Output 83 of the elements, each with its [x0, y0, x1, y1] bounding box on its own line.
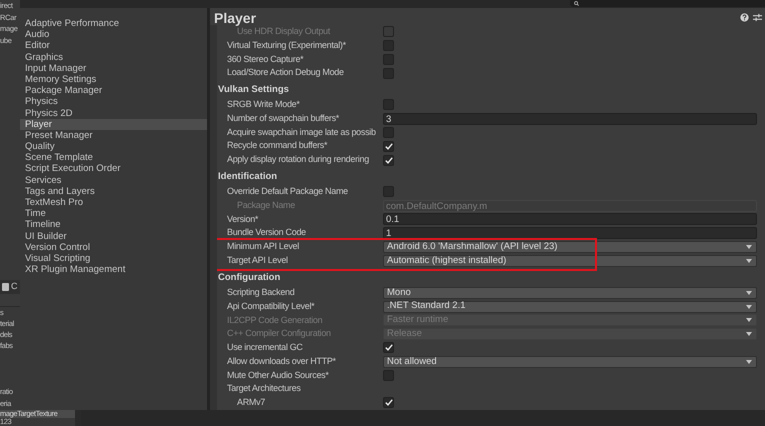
- checkbox[interactable]: [383, 154, 394, 166]
- sidebar-item[interactable]: TextMesh Pro: [20, 197, 207, 208]
- sliders-icon[interactable]: [753, 13, 762, 22]
- setting-label: Minimum API Level: [226, 240, 300, 254]
- setting-label: C++ Compiler Configuration: [226, 327, 332, 340]
- sidebar-item[interactable]: UI Builder: [20, 230, 207, 242]
- checkbox[interactable]: [383, 40, 394, 52]
- setting-label: ARMv7: [236, 396, 266, 410]
- setting-label: Load/Store Action Debug Mode: [226, 66, 345, 80]
- sidebar-item[interactable]: Memory Settings: [20, 74, 207, 86]
- text-field: com.DefaultCompany.m: [383, 200, 757, 212]
- setting-label: Recycle command buffers*: [226, 139, 328, 152]
- sidebar-item[interactable]: Graphics: [20, 52, 207, 63]
- search-field[interactable]: [570, 0, 765, 7]
- sidebar-item[interactable]: Time: [20, 208, 207, 220]
- caret-icon: [746, 258, 752, 263]
- setting-label: 360 Stereo Capture*: [226, 52, 304, 66]
- setting-label: Api Compatibility Level*: [226, 300, 316, 313]
- sidebar-item[interactable]: Quality: [20, 141, 207, 152]
- sidebar-item[interactable]: Package Manager: [20, 85, 207, 96]
- checkbox[interactable]: [383, 68, 394, 79]
- setting-label: Allow downloads over HTTP*: [226, 354, 337, 368]
- sidebar-item[interactable]: Physics 2D: [20, 108, 207, 119]
- setting-label: Bundle Version Code: [226, 226, 307, 240]
- text-field[interactable]: 0.1: [383, 213, 757, 226]
- caret-icon: [746, 304, 752, 309]
- checkbox[interactable]: [383, 140, 394, 152]
- checkbox[interactable]: [383, 397, 394, 408]
- setting-label: SRGB Write Mode*: [226, 98, 301, 112]
- setting-label: Mute Other Audio Sources*: [226, 368, 330, 382]
- section-heading: Vulkan Settings: [217, 83, 290, 97]
- sidebar-item[interactable]: XR Plugin Management: [20, 264, 207, 276]
- sidebar-item[interactable]: Input Manager: [20, 62, 207, 74]
- setting-label: Use HDR Display Output: [236, 26, 332, 38]
- setting-label: Target Architectures: [226, 382, 302, 396]
- text-field[interactable]: 3: [383, 112, 757, 125]
- section-heading: Identification: [217, 170, 278, 184]
- sidebar-item[interactable]: Scene Template: [20, 152, 207, 164]
- sidebar-item[interactable]: Visual Scripting: [20, 252, 207, 264]
- sidebar-item[interactable]: Adaptive Performance: [20, 18, 207, 30]
- text-field[interactable]: 1: [383, 227, 757, 240]
- caret-icon: [746, 244, 752, 249]
- setting-label: IL2CPP Code Generation: [226, 314, 324, 327]
- dropdown[interactable]: Automatic (highest installed): [383, 254, 757, 267]
- setting-label: Virtual Texturing (Experimental)*: [226, 38, 347, 52]
- setting-label: Acquire swapchain image late as possib: [226, 126, 377, 139]
- setting-label: Override Default Package Name: [226, 185, 349, 198]
- dropdown[interactable]: Android 6.0 'Marshmallow' (API level 23): [383, 240, 757, 253]
- panel-title: Player: [214, 10, 256, 24]
- sidebar-item[interactable]: Tags and Layers: [20, 186, 207, 197]
- checkbox[interactable]: [383, 54, 394, 65]
- checkbox[interactable]: [383, 370, 394, 381]
- caret-icon: [746, 332, 752, 336]
- sidebar-item[interactable]: Editor: [20, 40, 207, 52]
- sidebar-item[interactable]: Services: [20, 174, 207, 186]
- help-icon[interactable]: [740, 13, 749, 22]
- setting-label: Number of swapchain buffers*: [226, 112, 340, 125]
- setting-label: Version*: [226, 212, 260, 226]
- sidebar-item[interactable]: Physics: [20, 96, 207, 108]
- setting-label: Use incremental GC: [226, 341, 304, 354]
- caret-icon: [746, 318, 752, 322]
- caret-icon: [746, 290, 752, 295]
- search-icon: [574, 1, 579, 6]
- sidebar-item[interactable]: Player: [20, 118, 207, 130]
- caret-icon: [746, 360, 752, 364]
- sidebar-item[interactable]: Timeline: [20, 219, 207, 231]
- section-heading: Configuration: [217, 270, 282, 285]
- checkbox[interactable]: [383, 126, 394, 138]
- sidebar-item[interactable]: Script Execution Order: [20, 163, 207, 175]
- document-icon: [2, 283, 9, 291]
- sidebar-item[interactable]: Audio: [20, 29, 207, 40]
- dropdown[interactable]: Mono: [383, 286, 757, 299]
- setting-label: Apply display rotation during rendering: [226, 153, 370, 166]
- setting-label: Package Name: [236, 198, 296, 212]
- sidebar-item[interactable]: Version Control: [20, 242, 207, 253]
- sidebar-item[interactable]: Preset Manager: [20, 130, 207, 142]
- dropdown[interactable]: .NET Standard 2.1: [383, 300, 757, 313]
- checkbox[interactable]: [383, 186, 394, 198]
- setting-label: Scripting Backend: [226, 286, 296, 300]
- checkbox[interactable]: [383, 99, 394, 110]
- setting-label: Target API Level: [226, 254, 289, 268]
- checkbox[interactable]: [383, 342, 394, 354]
- dropdown[interactable]: Not allowed: [383, 356, 757, 368]
